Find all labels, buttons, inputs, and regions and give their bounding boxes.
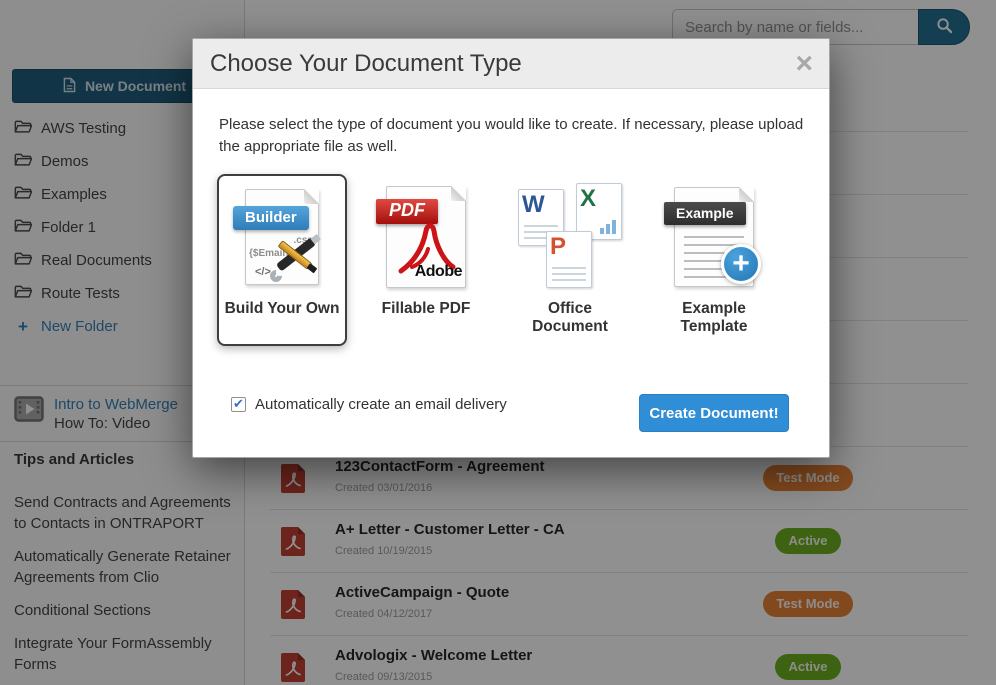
powerpoint-page-icon: P [546, 231, 592, 288]
plus-circle-icon: + [721, 244, 761, 284]
modal-header: Choose Your Document Type × [193, 39, 829, 89]
fillable-pdf-icon: PDF Adobe [365, 180, 487, 295]
option-example-template[interactable]: Example + Example Template [649, 174, 779, 346]
example-template-icon: Example + [653, 180, 775, 295]
email-delivery-checkbox[interactable] [231, 397, 246, 412]
option-build-your-own[interactable]: Builder .css {$Email} </> Build Your Own [217, 174, 347, 346]
email-delivery-option: Automatically create an email delivery [231, 396, 507, 413]
my-documents-page: My Documents New Document AWS Testing De… [0, 0, 996, 685]
modal-description: Please select the type of document you w… [219, 114, 823, 158]
document-type-options: Builder .css {$Email} </> Build Your Own [217, 174, 829, 346]
option-label: Office Document [509, 300, 631, 336]
close-icon[interactable]: × [795, 51, 813, 77]
modal-title: Choose Your Document Type [210, 50, 522, 78]
adobe-wordmark: Adobe [415, 263, 462, 281]
choose-document-type-modal: Choose Your Document Type × Please selec… [192, 38, 830, 458]
option-label: Fillable PDF [365, 300, 487, 318]
office-document-icon: X W P [509, 180, 631, 295]
build-your-own-icon: Builder .css {$Email} </> [221, 180, 343, 295]
option-fillable-pdf[interactable]: PDF Adobe Fillable PDF [361, 174, 491, 346]
tools-icon [272, 234, 324, 280]
example-ribbon: Example [664, 202, 746, 225]
email-delivery-label: Automatically create an email delivery [255, 396, 507, 413]
option-label: Example Template [653, 300, 775, 336]
pdf-banner: PDF [376, 199, 438, 224]
create-document-button[interactable]: Create Document! [639, 394, 789, 432]
option-office-document[interactable]: X W P Office Document [505, 174, 635, 346]
builder-ribbon: Builder [233, 206, 309, 230]
option-label: Build Your Own [221, 300, 343, 318]
